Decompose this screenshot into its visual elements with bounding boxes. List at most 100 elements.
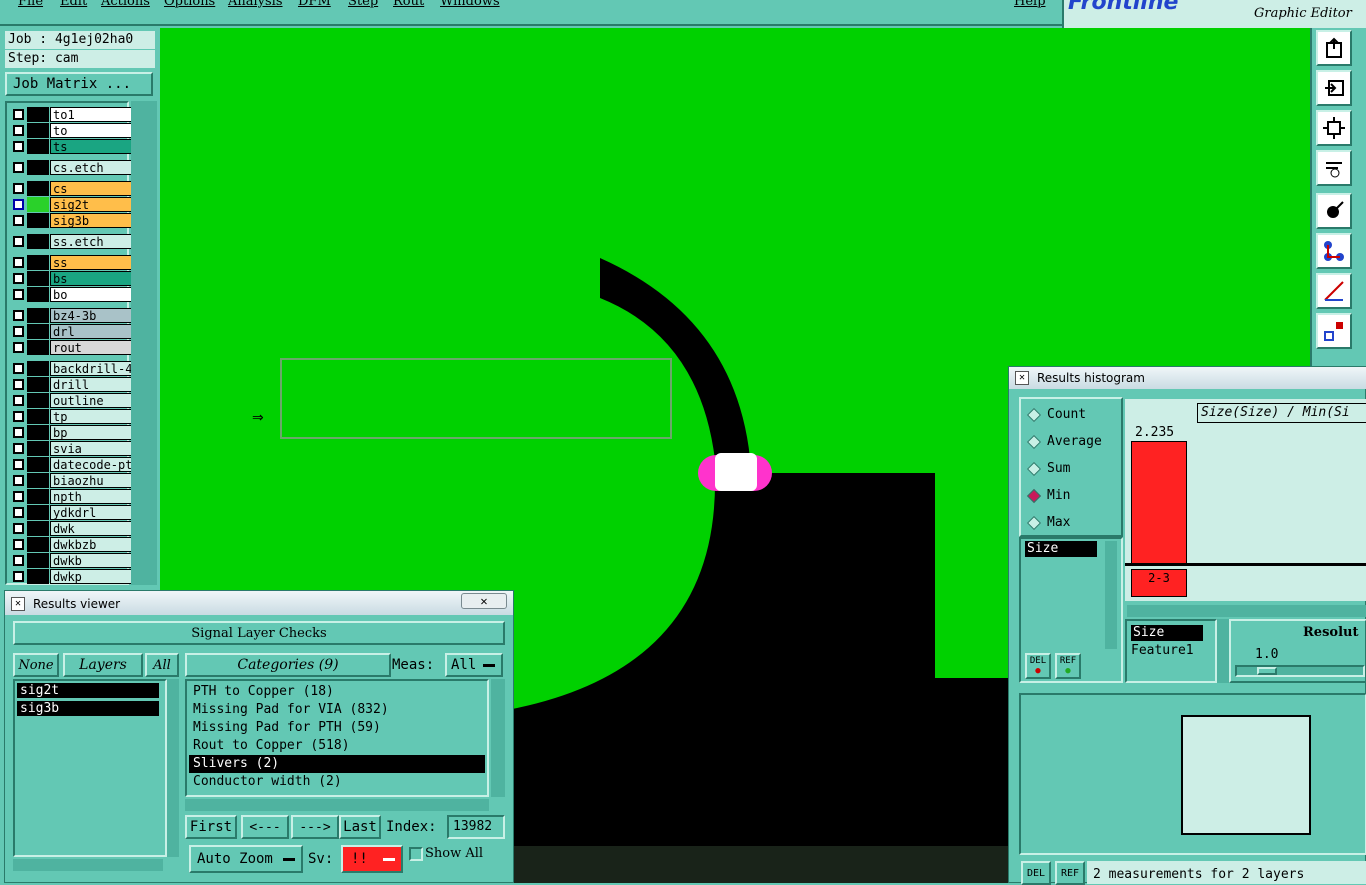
- layer-name[interactable]: drl: [50, 324, 134, 339]
- layer-checkbox[interactable]: [13, 183, 24, 194]
- layer-row[interactable]: dwkbzb: [9, 537, 134, 552]
- layer-row[interactable]: ss.etch: [9, 234, 134, 249]
- layer-color-swatch[interactable]: [27, 287, 49, 302]
- viewer-layer-item[interactable]: sig3b: [17, 701, 159, 716]
- layer-color-swatch[interactable]: [27, 425, 49, 440]
- import-icon[interactable]: [1316, 70, 1352, 106]
- layer-name[interactable]: to: [50, 123, 134, 138]
- mode-average[interactable]: Average: [1026, 434, 1102, 449]
- layer-checkbox[interactable]: [13, 215, 24, 226]
- layer-list-vscroll[interactable]: [167, 679, 179, 857]
- menu-actions[interactable]: Actions: [101, 0, 150, 9]
- layer-color-swatch[interactable]: [27, 409, 49, 424]
- menu-options[interactable]: Options: [164, 0, 215, 9]
- none-button[interactable]: None: [13, 653, 59, 677]
- layer-color-swatch[interactable]: [27, 181, 49, 196]
- layer-color-swatch[interactable]: [27, 393, 49, 408]
- job-matrix-button[interactable]: Job Matrix ...: [5, 72, 153, 96]
- fit-view-icon[interactable]: [1316, 110, 1352, 146]
- mode-sum[interactable]: Sum: [1026, 461, 1070, 476]
- mode-max[interactable]: Max: [1026, 515, 1070, 530]
- layer-name[interactable]: sig3b: [50, 213, 134, 228]
- mode-count[interactable]: Count: [1026, 407, 1086, 422]
- layer-name[interactable]: bp: [50, 425, 134, 440]
- category-item[interactable]: PTH to Copper (18): [189, 683, 485, 701]
- layer-checkbox[interactable]: [13, 395, 24, 406]
- layer-checkbox[interactable]: [13, 257, 24, 268]
- layer-row[interactable]: datecode-pto: [9, 457, 134, 472]
- category-item[interactable]: Missing Pad for VIA (832): [189, 701, 485, 719]
- connect-icon[interactable]: [1316, 233, 1352, 269]
- resolution-slider-thumb[interactable]: [1257, 667, 1277, 675]
- layer-checkbox[interactable]: [13, 236, 24, 247]
- category-item[interactable]: Rout to Copper (518): [189, 737, 485, 755]
- layer-row[interactable]: to: [9, 123, 134, 138]
- layer-name[interactable]: to1: [50, 107, 134, 122]
- layer-name[interactable]: cs.etch: [50, 160, 134, 175]
- layer-row[interactable]: dwkb: [9, 553, 134, 568]
- layer-name[interactable]: datecode-pto: [50, 457, 134, 472]
- layer-checkbox[interactable]: [13, 162, 24, 173]
- layer-row[interactable]: bo: [9, 287, 134, 302]
- layer-name[interactable]: bs: [50, 271, 134, 286]
- layer-color-swatch[interactable]: [27, 123, 49, 138]
- layer-color-swatch[interactable]: [27, 569, 49, 584]
- layer-name[interactable]: cs: [50, 181, 134, 196]
- layer-color-swatch[interactable]: [27, 308, 49, 323]
- layer-name[interactable]: bo: [50, 287, 134, 302]
- layer-color-swatch[interactable]: [27, 255, 49, 270]
- layer-checkbox[interactable]: [13, 459, 24, 470]
- index-input[interactable]: 13982: [447, 815, 505, 839]
- layer-checkbox[interactable]: [13, 141, 24, 152]
- category-list-hscroll[interactable]: [185, 799, 489, 811]
- layers-button[interactable]: Layers: [63, 653, 143, 677]
- layer-row[interactable]: bs: [9, 271, 134, 286]
- zoom-dropdown[interactable]: Auto Zoom: [189, 845, 303, 873]
- layer-name[interactable]: biaozhu: [50, 473, 134, 488]
- layer-color-swatch[interactable]: [27, 107, 49, 122]
- layer-color-swatch[interactable]: [27, 271, 49, 286]
- attr-list-item[interactable]: Size: [1025, 541, 1097, 557]
- layer-checkbox[interactable]: [13, 555, 24, 566]
- histogram-bar[interactable]: [1131, 441, 1187, 565]
- menu-help[interactable]: Help: [1014, 0, 1046, 9]
- layer-checkbox[interactable]: [13, 125, 24, 136]
- layer-checkbox[interactable]: [13, 326, 24, 337]
- menu-file[interactable]: File: [18, 0, 43, 9]
- layer-name[interactable]: dwkb: [50, 553, 134, 568]
- layer-name[interactable]: ydkdrl: [50, 505, 134, 520]
- layer-color-swatch[interactable]: [27, 521, 49, 536]
- field-list-scroll[interactable]: [1217, 619, 1229, 683]
- layer-row[interactable]: dwk: [9, 521, 134, 536]
- menu-edit[interactable]: Edit: [60, 0, 87, 9]
- category-item[interactable]: Missing Pad for PTH (59): [189, 719, 485, 737]
- layer-name[interactable]: dwkbzb: [50, 537, 134, 552]
- layer-name[interactable]: ts: [50, 139, 134, 154]
- del-button-bottom[interactable]: DEL: [1021, 861, 1051, 885]
- layer-row[interactable]: biaozhu: [9, 473, 134, 488]
- layer-color-swatch[interactable]: [27, 537, 49, 552]
- layer-color-swatch[interactable]: [27, 377, 49, 392]
- next-button[interactable]: --->: [291, 815, 339, 839]
- layer-name[interactable]: sig2t: [50, 197, 134, 212]
- layer-name[interactable]: rout: [50, 340, 134, 355]
- meas-dropdown[interactable]: All: [445, 653, 503, 677]
- layer-checkbox[interactable]: [13, 427, 24, 438]
- layer-row[interactable]: sig2t: [9, 197, 134, 212]
- bin-label[interactable]: 2-3: [1131, 569, 1187, 597]
- all-layers-button[interactable]: All: [145, 653, 179, 677]
- tools-icon[interactable]: [1316, 150, 1352, 186]
- field-list-item-size[interactable]: Size: [1131, 625, 1203, 641]
- layer-name[interactable]: tp: [50, 409, 134, 424]
- layer-row[interactable]: npth: [9, 489, 134, 504]
- menu-analysis[interactable]: Analysis: [228, 0, 283, 9]
- layer-checkbox[interactable]: [13, 507, 24, 518]
- layer-color-swatch[interactable]: [27, 505, 49, 520]
- chart-hscroll[interactable]: [1127, 605, 1366, 617]
- layer-row[interactable]: dwkp: [9, 569, 134, 584]
- layer-checkbox[interactable]: [13, 310, 24, 321]
- layer-list-hscroll[interactable]: [13, 859, 163, 871]
- select-point-icon[interactable]: [1316, 193, 1352, 229]
- layer-color-swatch[interactable]: [27, 489, 49, 504]
- category-item-selected[interactable]: Slivers (2): [189, 755, 485, 773]
